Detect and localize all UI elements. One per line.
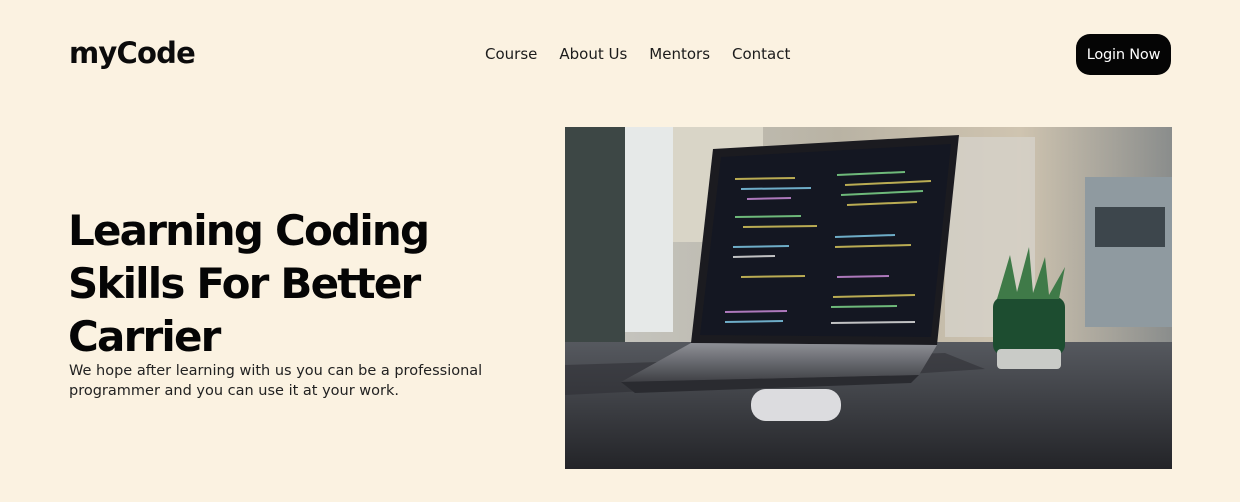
nav-link-about-us[interactable]: About Us [559,45,627,63]
nav-link-course[interactable]: Course [485,45,537,63]
main-nav: Course About Us Mentors Contact [485,45,790,63]
nav-link-mentors[interactable]: Mentors [649,45,710,63]
hero-title: Learning Coding Skills For Better Carrie… [68,206,430,361]
logo[interactable]: myCode [69,36,196,70]
login-button[interactable]: Login Now [1076,34,1171,75]
nav-link-contact[interactable]: Contact [732,45,790,63]
hero-image [565,127,1172,469]
hero-description: We hope after learning with us you can b… [69,363,483,399]
